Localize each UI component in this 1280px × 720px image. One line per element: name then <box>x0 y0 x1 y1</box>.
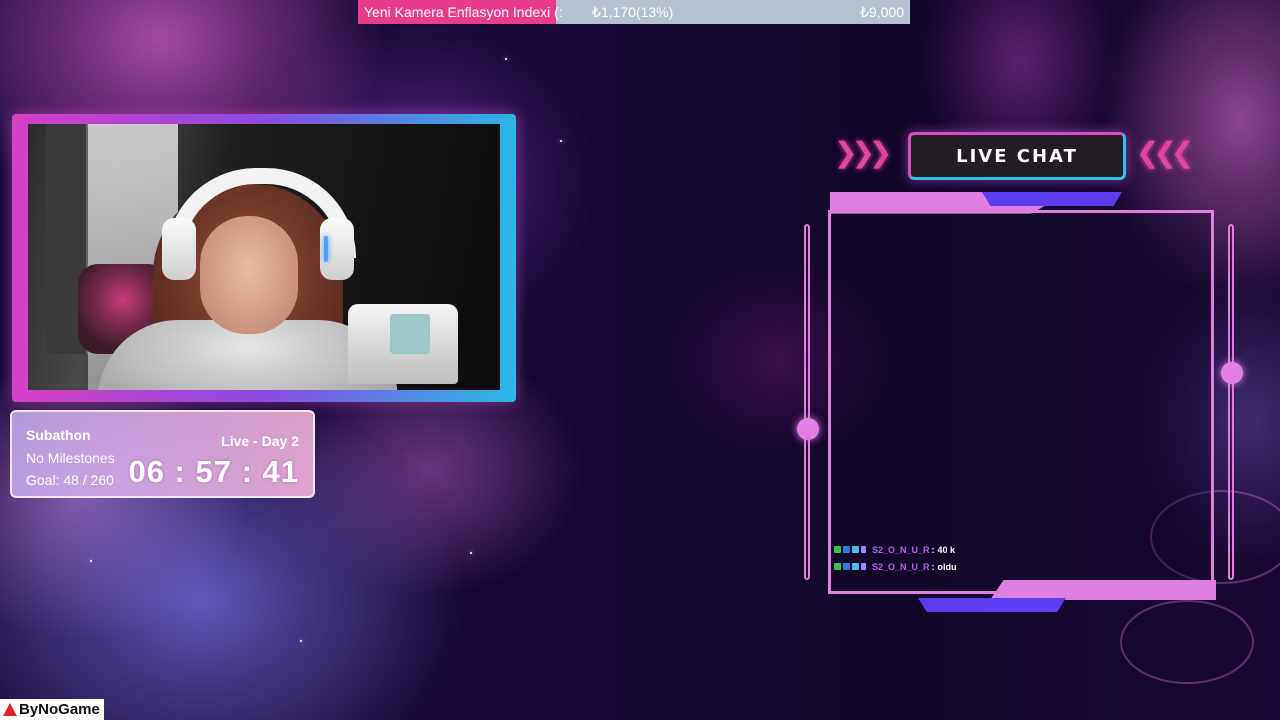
badge-icon <box>834 563 841 570</box>
decorative-swirl <box>1120 600 1254 684</box>
badge-icon <box>843 546 850 553</box>
desk-device <box>348 304 458 384</box>
star-sparkle <box>470 552 472 554</box>
chat-box <box>828 210 1214 594</box>
chat-header-title: LIVE CHAT <box>956 145 1078 167</box>
chat-frame-bottom-accent <box>918 598 1066 612</box>
subathon-timer: 06 : 57 : 41 <box>128 454 299 489</box>
subathon-title: Subathon <box>26 427 91 443</box>
logo-text: ByNoGame <box>19 701 100 718</box>
subathon-milestones: No Milestones <box>26 450 115 466</box>
bynogame-logo: ByNoGame <box>0 699 104 720</box>
chat-frame-top-accent <box>982 192 1122 206</box>
chat-text: oldu <box>937 561 957 572</box>
webcam-feed <box>28 124 500 390</box>
star-sparkle <box>90 560 92 562</box>
chat-username[interactable]: S2_O_N_U_R <box>872 545 930 555</box>
ticker-current-amount: ₺1,170(13%) <box>592 3 674 20</box>
chat-text: 40 k <box>937 544 956 555</box>
chat-message: S2_O_N_U_R : oldu <box>834 558 1204 575</box>
chat-message-list: S2_O_N_U_R : 40 k S2_O_N_U_R : oldu <box>834 541 1204 575</box>
subathon-live-day: Live - Day 2 <box>221 433 299 449</box>
badge-icon <box>861 563 866 570</box>
donation-ticker: Yeni Kamera Enflasyon Indexi (: ₺1,170(1… <box>358 0 910 24</box>
star-sparkle <box>560 140 562 142</box>
chat-separator: : <box>931 561 935 572</box>
chat-rail-knob-right <box>1221 362 1243 384</box>
star-sparkle <box>300 640 302 642</box>
badge-icon <box>852 546 859 553</box>
logo-mark-icon <box>3 703 17 716</box>
chat-rail-right <box>1228 224 1234 580</box>
chat-rail-left <box>804 224 810 580</box>
chat-frame-bottom-bar <box>990 580 1216 600</box>
chat-header: LIVE CHAT <box>908 132 1126 180</box>
chevron-left-icon: ❮❮❮ <box>1136 136 1194 169</box>
chat-username[interactable]: S2_O_N_U_R <box>872 562 930 572</box>
webcam-frame <box>12 114 516 402</box>
ticker-goal-amount: ₺9,000 <box>860 3 904 20</box>
ticker-title: Yeni Kamera Enflasyon Indexi (: <box>364 4 563 20</box>
chevron-right-icon: ❯❯❯ <box>834 136 892 169</box>
badge-icon <box>843 563 850 570</box>
star-sparkle <box>505 58 507 60</box>
subathon-goal: Goal: 48 / 260 <box>26 472 114 488</box>
chat-message: S2_O_N_U_R : 40 k <box>834 541 1204 558</box>
chat-separator: : <box>931 544 935 555</box>
subathon-widget: Subathon No Milestones Goal: 48 / 260 Li… <box>10 410 315 498</box>
headphone-cup-right <box>320 218 354 280</box>
badge-icon <box>852 563 859 570</box>
badge-icon <box>861 546 866 553</box>
headphone-cup-left <box>162 218 196 280</box>
chat-rail-knob-left <box>797 418 819 440</box>
badge-icon <box>834 546 841 553</box>
